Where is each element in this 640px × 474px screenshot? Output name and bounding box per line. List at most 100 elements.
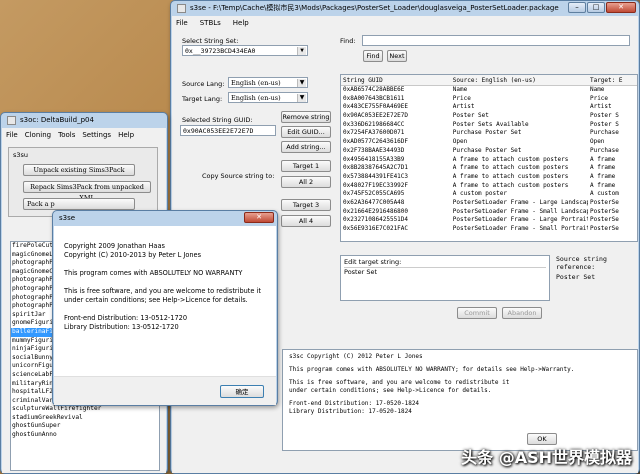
table-cell: Purchase Poster Set [452,146,522,154]
table-cell: A frame to attach custom posters [452,164,569,172]
selected-guid-field[interactable]: 0x90AC053EE2E72E7D [180,125,276,136]
table-row[interactable]: 0x56E9316E7C021FAC PosterSetLoader Frame … [341,225,637,234]
table-cell: 0xAD0577C2643616DF [343,138,409,146]
table-cell: A frame to attach custom posters [452,172,569,180]
all2-button[interactable]: All 2 [281,176,331,188]
close-icon[interactable]: ✕ [244,212,274,223]
abandon-button[interactable]: Abandon [502,307,542,319]
column-header-target[interactable]: Target: E [588,75,637,85]
list-item[interactable]: sculptureWallFirefighter [11,405,159,414]
table-header: String GUID Source: English (en-us) Targ… [341,75,637,86]
dialog-body: Copyright 2009 Jonathan Haas Copyright (… [64,242,270,332]
table-row[interactable]: 0x483CE755F0A469EE Artist Artist [341,103,637,112]
table-cell: Poster S [589,120,619,128]
maximize-icon[interactable]: □ [587,2,605,13]
about-text-area: s3sc Copyright (C) 2012 Peter L Jones Th… [282,349,638,451]
next-button[interactable]: Next [387,50,407,62]
delta-title-bar[interactable]: s3oc: DeltaBuild_p04 [1,113,167,128]
table-cell: 0x483CE755F0A469EE [343,103,409,111]
table-cell: A frame [589,155,616,163]
table-row[interactable]: 0x7254FA37600D071 Purchase Poster Set Purc… [341,129,637,138]
chevron-down-icon: ▼ [297,79,306,87]
list-item[interactable]: ghostGunAnno [11,431,159,440]
repack-button[interactable]: Repack Sims3Pack from unpacked XML [23,181,151,202]
table-cell: 0x8B28387645A2C7D1 [343,164,409,172]
close-icon[interactable]: ✕ [606,2,636,13]
edit-guid-button[interactable]: Edit GUID... [281,126,331,138]
all4-button[interactable]: All 4 [281,215,331,227]
column-header-guid[interactable]: String GUID [341,75,451,85]
find-input[interactable] [362,35,630,46]
table-row[interactable]: 0x21664E2916486800 PosterSetLoader Frame … [341,208,637,217]
source-lang-dropdown[interactable]: English (en-us) ▼ [228,77,308,88]
remove-string-button[interactable]: Remove string [281,111,331,123]
add-string-button[interactable]: Add string... [281,141,331,153]
about-line-6: Library Distribution: 17-0520-1824 [289,408,412,415]
dialog-line-6: Front-end Distribution: 13-0512-1720 [64,314,188,322]
table-row[interactable]: 0xAD0577C2643616DF Open Open [341,138,637,147]
string-table[interactable]: String GUID Source: English (en-us) Targ… [340,74,638,242]
table-cell: A frame [589,181,616,189]
table-cell: Open [452,138,468,146]
dialog-line-4: This is free software, and you are welco… [64,287,261,295]
menu-help[interactable]: Help [233,19,249,27]
string-set-dropdown[interactable]: 0x__39723BCD434EA0 ▼ [182,45,308,56]
watermark: 头条 @ASH世界模拟器 [461,448,632,467]
table-row[interactable]: 0x48027F19EC33992F A frame to attach cust… [341,182,637,191]
table-cell: 0x5738844391FE41C3 [343,172,409,180]
minimize-icon[interactable]: – [568,2,586,13]
table-row[interactable]: 0x4956418155A33B9 A frame to attach custo… [341,156,637,165]
dialog-caption-buttons: ✕ [244,212,274,223]
target3-button[interactable]: Target 3 [281,199,331,211]
find-button[interactable]: Find [363,50,383,62]
list-item[interactable]: stadiumGreekRevival [11,414,159,423]
menu-cloning[interactable]: Cloning [25,131,51,139]
menu-file[interactable]: File [6,131,18,139]
table-row[interactable]: 0xAB6574C28ABBE6E Name Name [341,86,637,95]
target-lang-label: Target Lang: [182,95,223,103]
about-dialog: s3se Copyright 2009 Jonathan Haas Copyri… [52,210,278,406]
dialog-line-7: Library Distribution: 13-0512-1720 [64,323,179,331]
edit-target-input[interactable]: Poster Set [344,268,546,277]
table-row[interactable]: 0x23271086425551D4 PosterSetLoader Frame … [341,216,637,225]
table-cell: Price [589,94,609,102]
delta-title: s3oc: DeltaBuild_p04 [20,116,94,124]
table-cell: 0x48027F19EC33992F [343,181,409,189]
table-row[interactable]: 0x8B28387645A2C7D1 A frame to attach cust… [341,164,637,173]
pack-button[interactable]: Pack a p [23,198,135,210]
table-row[interactable]: 0x745F52C055CA695 A custom poster A custom [341,190,637,199]
list-item[interactable]: ghostGunSuper [11,422,159,431]
menu-tools[interactable]: Tools [58,131,75,139]
table-row[interactable]: 0x90AC053EE2E72E7D Poster Set Poster S [341,112,637,121]
table-cell: 0x23271086425551D4 [343,216,409,224]
table-cell: 0x21664E2916486800 [343,207,409,215]
table-cell: A frame to attach custom posters [452,155,569,163]
find-label: Find: [340,37,356,45]
unpack-button[interactable]: Unpack existing Sims3Pack [23,164,135,176]
table-row[interactable]: 0x336D621986684CC Poster Sets Available Po… [341,121,637,130]
table-cell: Purchase [589,146,619,154]
select-string-set-label: Select String Set: [182,37,239,45]
column-header-source[interactable]: Source: English (en-us) [451,75,588,85]
delta-menubar: File Cloning Tools Settings Help [2,128,166,141]
dialog-ok-button[interactable]: 确定 [220,385,264,398]
menu-file[interactable]: File [176,19,188,27]
target1-button[interactable]: Target 1 [281,160,331,172]
about-line-2: This program comes with ABSOLUTELY NO WA… [289,366,575,373]
menu-settings[interactable]: Settings [82,131,111,139]
about-line-4: under certain conditions; see Help->Lice… [289,387,492,394]
source-ref-label: Source string reference: [556,255,607,271]
table-row[interactable]: 0x8A007643BCB1611 Price Price [341,95,637,104]
table-cell: Name [589,86,605,93]
commit-button[interactable]: Commit [457,307,497,319]
about-line-5: Front-end Distribution: 17-0520-1824 [289,400,420,407]
menu-stbls[interactable]: STBLs [200,19,221,27]
table-row[interactable]: 0x62A36477C005A48 PosterSetLoader Frame -… [341,199,637,208]
dialog-line-3: This program comes with ABSOLUTELY NO WA… [64,269,243,277]
table-cell: PosterSe [589,225,619,232]
menu-help[interactable]: Help [118,131,134,139]
table-row[interactable]: 0x5738844391FE41C3 A frame to attach cust… [341,173,637,182]
table-row[interactable]: 0x2F738BAAE34493D Purchase Poster Set Purc… [341,147,637,156]
target-lang-dropdown[interactable]: English (en-us) ▼ [228,92,308,103]
s3su-label: s3su [13,151,29,159]
